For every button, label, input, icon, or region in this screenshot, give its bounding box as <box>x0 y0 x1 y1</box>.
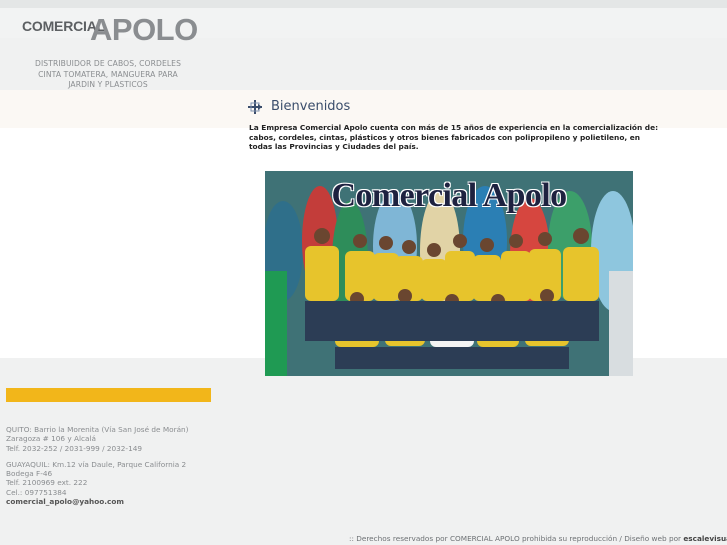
address-line: Telf. 2032-252 / 2031-999 / 2032-149 <box>6 443 142 453</box>
left-panel-tint <box>0 90 248 128</box>
photo-caption: Comercial Apolo <box>331 177 568 214</box>
crosshair-arrows-icon <box>248 100 262 114</box>
legs <box>305 301 599 369</box>
tagline: DISTRIBUIDOR DE CABOS, CORDELES CINTA TO… <box>30 59 186 91</box>
footer: :: Derechos reservados por COMERCIAL APO… <box>349 534 727 543</box>
contact-info: QUITO: Barrio la Morenita (Vía San José … <box>6 425 216 513</box>
tagline-line: JARDIN Y PLASTICOS <box>68 80 148 89</box>
logo-big-text: APOLO <box>90 12 198 47</box>
address-line: GUAYAQUIL: Km.12 vía Daule, Parque Calif… <box>6 459 187 469</box>
address-line: Telf. 2100969 ext. 222 <box>6 478 88 488</box>
left-panel <box>0 90 248 358</box>
address-line: Zaragoza # 106 y Alcalá <box>6 434 96 444</box>
address-line: QUITO: Barrio la Morenita (Vía San José … <box>6 425 189 434</box>
quito-address: QUITO: Barrio la Morenita (Vía San José … <box>6 425 216 453</box>
team-photo: Comercial Apolo <box>265 171 633 376</box>
footer-text: :: Derechos reservados por COMERCIAL APO… <box>349 534 684 543</box>
top-strip <box>0 0 727 8</box>
tagline-line: CINTA TOMATERA, MANGUERA PARA <box>38 69 178 79</box>
address-line: Cel.: 097751384 <box>6 487 67 497</box>
accent-bar <box>6 388 211 402</box>
tagline-line: DISTRIBUIDOR DE CABOS, CORDELES <box>35 59 181 68</box>
designer-link[interactable]: escalevisual <box>683 534 727 543</box>
intro-paragraph: La Empresa Comercial Apolo cuenta con má… <box>249 123 659 152</box>
address-line: Bodega F-46 <box>6 469 53 479</box>
heading-text: Bienvenidos <box>271 99 351 114</box>
email-link[interactable]: comercial_apolo@yahoo.com <box>6 497 216 506</box>
guayaquil-address: GUAYAQUIL: Km.12 vía Daule, Parque Calif… <box>6 460 216 506</box>
